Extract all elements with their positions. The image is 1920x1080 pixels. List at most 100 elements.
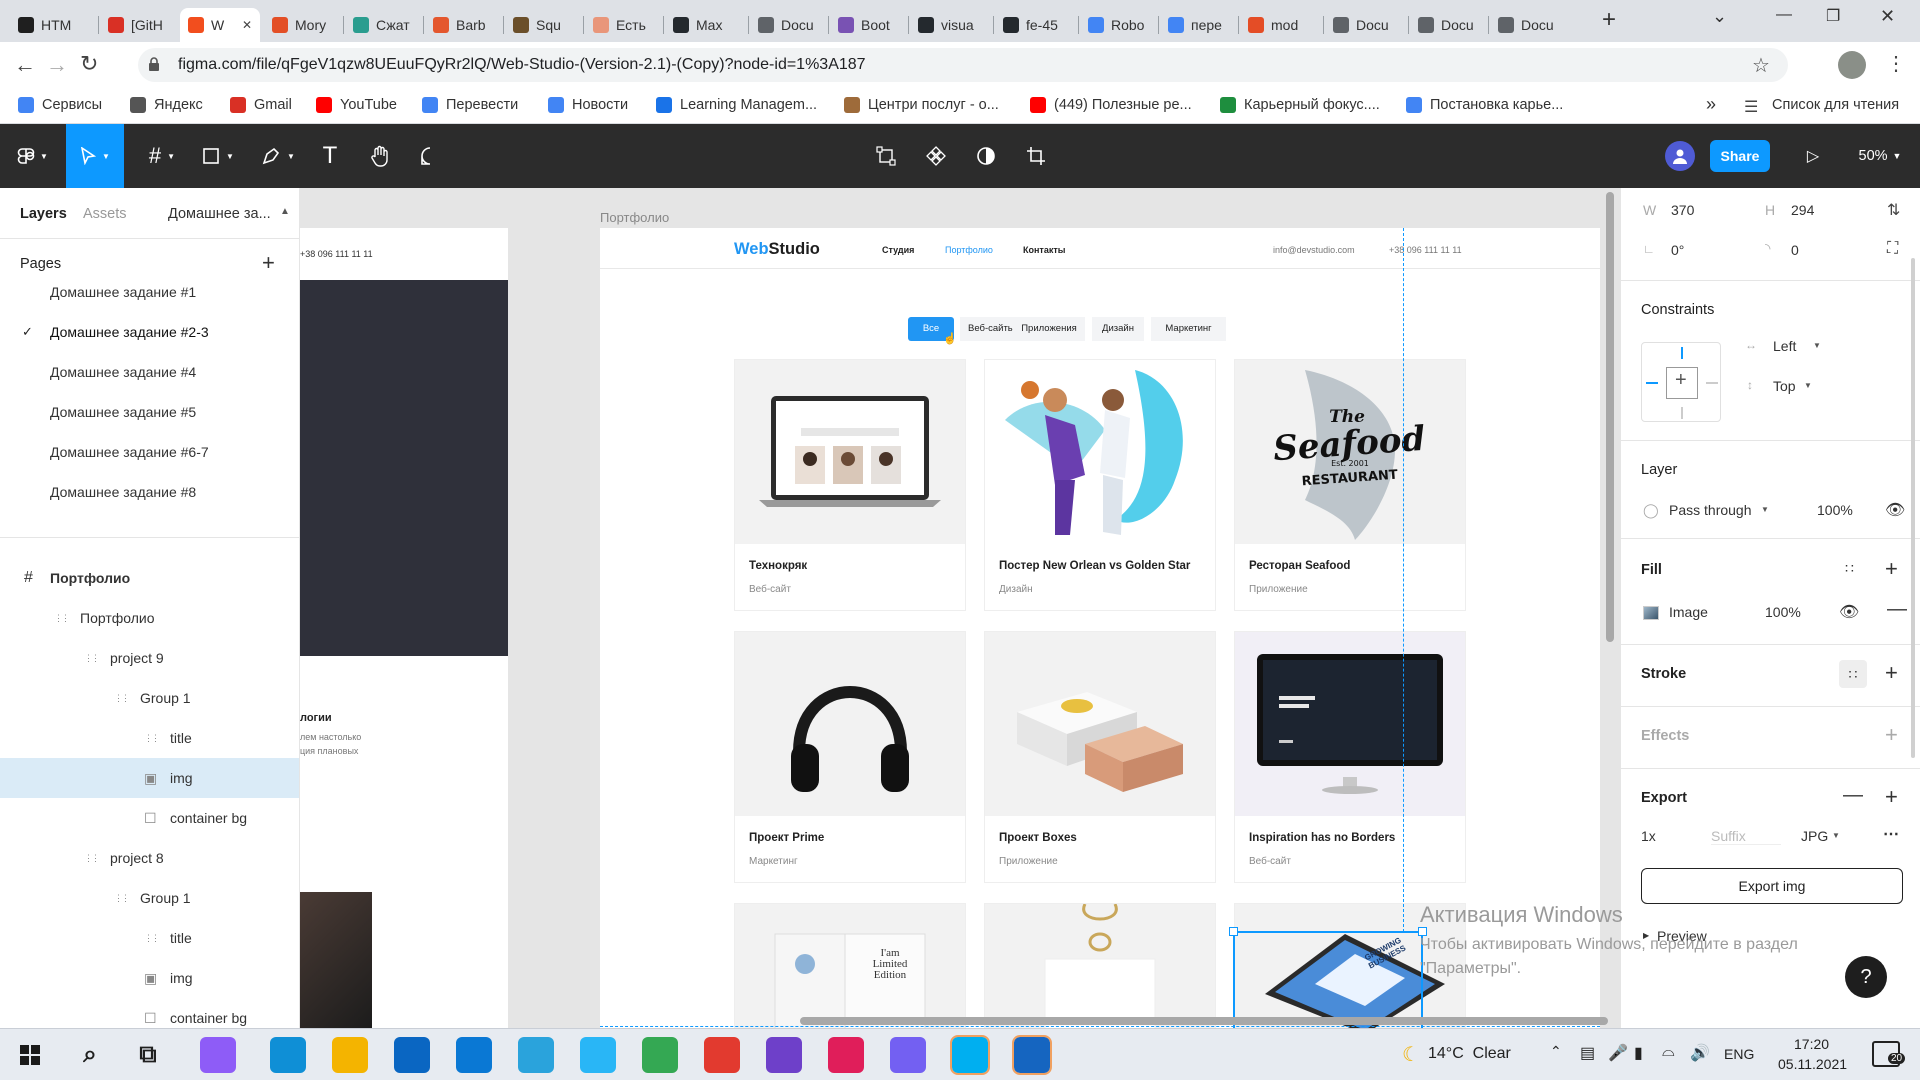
github-icon[interactable]	[766, 1037, 802, 1073]
bookmark-item[interactable]: Центри послуг - о...	[844, 97, 999, 113]
yandex-icon[interactable]	[704, 1037, 740, 1073]
page-selector[interactable]: Домашнее за...	[168, 206, 271, 222]
horizontal-constraint-select[interactable]: Left	[1773, 338, 1796, 354]
file-explorer-icon[interactable]	[332, 1037, 368, 1073]
reading-list-icon[interactable]: ☰	[1744, 97, 1758, 117]
bookmark-item[interactable]: Карьерный фокус....	[1220, 97, 1380, 113]
add-fill-icon[interactable]: +	[1885, 556, 1898, 582]
remove-export-icon[interactable]: —	[1843, 784, 1863, 807]
tray-chevron-icon[interactable]: ⌃	[1550, 1043, 1562, 1060]
layer-row[interactable]: ▣ img	[0, 958, 299, 998]
bookmark-item[interactable]: Gmail	[230, 97, 292, 113]
frame-label[interactable]: Портфолио	[600, 210, 669, 225]
close-window-icon[interactable]: ✕	[1880, 6, 1895, 27]
selection-handle[interactable]	[1229, 927, 1238, 936]
browser-tab[interactable]: fe-45	[995, 8, 1071, 42]
export-scale-input[interactable]: 1x	[1641, 828, 1656, 844]
page-item[interactable]: Домашнее задание #5	[0, 392, 299, 432]
new-tab-icon[interactable]: +	[1602, 6, 1616, 34]
layer-opacity-input[interactable]: 100%	[1817, 502, 1853, 518]
bookmark-item[interactable]: YouTube	[316, 97, 397, 113]
browser-tab[interactable]: Есть	[585, 8, 661, 42]
browser-tab[interactable]: Docu	[1490, 8, 1566, 42]
vertical-constraint-select[interactable]: Top	[1773, 378, 1796, 394]
component-transform-icon[interactable]	[864, 124, 908, 188]
add-effect-icon[interactable]: +	[1885, 722, 1898, 748]
mask-contrast-icon[interactable]	[964, 124, 1008, 188]
layer-row[interactable]: ⋮⋮ title	[0, 918, 299, 958]
constraints-widget[interactable]: +	[1641, 342, 1721, 422]
bookmarks-more-icon[interactable]: »	[1706, 94, 1716, 115]
page-item[interactable]: Домашнее задание #4	[0, 352, 299, 392]
layer-row[interactable]: ⋮⋮ title	[0, 718, 299, 758]
forward-icon[interactable]: →	[46, 52, 68, 78]
width-input[interactable]: 370	[1671, 202, 1694, 218]
fill-opacity-input[interactable]: 100%	[1765, 604, 1801, 620]
browser-tab[interactable]: mod	[1240, 8, 1316, 42]
yandex-browser-icon[interactable]	[580, 1037, 616, 1073]
selection-handle[interactable]	[1418, 927, 1427, 936]
layer-row[interactable]: ⋮⋮ project 8	[0, 838, 299, 878]
edge-icon[interactable]	[270, 1037, 306, 1073]
weather-text[interactable]: 14°C Clear	[1428, 1045, 1511, 1063]
layer-row[interactable]: ⋮⋮ Портфолио	[0, 598, 299, 638]
profile-avatar[interactable]	[1838, 51, 1866, 79]
export-button[interactable]: Export img	[1641, 868, 1903, 904]
skype-icon[interactable]	[950, 1035, 990, 1075]
bookmark-item[interactable]: Сервисы	[18, 97, 102, 113]
maximize-icon[interactable]: ❐	[1826, 6, 1840, 26]
corner-radius-input[interactable]: 0	[1791, 242, 1799, 258]
eye-icon[interactable]: 👁	[1885, 500, 1905, 520]
clock-date[interactable]: 05.11.2021	[1778, 1056, 1847, 1072]
constrain-proportions-icon[interactable]: ⇅	[1887, 200, 1900, 220]
language-indicator[interactable]: ENG	[1724, 1046, 1754, 1062]
frame-tool-icon[interactable]: # ▼	[140, 124, 184, 188]
app-purple-icon[interactable]	[200, 1037, 236, 1073]
add-stroke-icon[interactable]: +	[1885, 660, 1898, 686]
layer-row[interactable]: ⋮⋮ Group 1	[0, 678, 299, 718]
bookmark-item[interactable]: Яндекс	[130, 97, 203, 113]
browser-tab[interactable]: Сжат	[345, 8, 421, 42]
browser-tab[interactable]: Max	[665, 8, 741, 42]
height-input[interactable]: 294	[1791, 202, 1814, 218]
bookmark-item[interactable]: (449) Полезные ре...	[1030, 97, 1192, 113]
styles-grid-icon[interactable]: ∷	[1845, 560, 1854, 577]
wifi-icon[interactable]: ⌓	[1662, 1043, 1675, 1061]
zoom-level[interactable]: 50% ▼	[1850, 124, 1910, 188]
tab-assets[interactable]: Assets	[83, 206, 127, 222]
page-item[interactable]: Домашнее задание #6-7	[0, 432, 299, 472]
export-suffix-input[interactable]: Suffix	[1711, 828, 1781, 845]
bookmark-item[interactable]: Перевести	[422, 97, 518, 113]
component-icon[interactable]	[914, 124, 958, 188]
bookmark-item[interactable]: Новости	[548, 97, 628, 113]
tab-search-icon[interactable]: ⌄	[1712, 6, 1727, 27]
url-field[interactable]: figma.com/file/qFgeV1qzw8UEuuFQyRr2lQ/We…	[138, 48, 1788, 82]
browser-tab[interactable]: Barb	[425, 8, 501, 42]
volume-icon[interactable]: 🔊	[1690, 1043, 1710, 1063]
hand-tool-icon[interactable]	[360, 124, 400, 188]
layer-row[interactable]: # Портфолио	[0, 558, 299, 598]
page-item[interactable]: Домашнее задание #8	[0, 472, 299, 512]
bookmark-star-icon[interactable]: ☆	[1752, 53, 1770, 78]
telegram-icon[interactable]	[518, 1037, 554, 1073]
add-export-icon[interactable]: +	[1885, 784, 1898, 810]
figma-menu-icon[interactable]: ▼	[8, 124, 56, 188]
layer-row[interactable]: ☐ container bg	[0, 798, 299, 838]
share-button[interactable]: Share	[1710, 140, 1770, 172]
text-tool-icon[interactable]: T	[312, 124, 348, 188]
photos-icon[interactable]	[1012, 1035, 1052, 1075]
rotation-input[interactable]: 0°	[1671, 242, 1684, 258]
back-icon[interactable]: ←	[14, 52, 36, 78]
eye-icon[interactable]: 👁	[1839, 602, 1859, 622]
pen-tool-icon[interactable]: ▼	[256, 124, 300, 188]
comment-tool-icon[interactable]	[410, 124, 450, 188]
horizontal-scrollbar[interactable]	[800, 1017, 1608, 1025]
reading-list-label[interactable]: Список для чтения	[1772, 97, 1899, 113]
browser-tab[interactable]: HTM	[10, 8, 86, 42]
selection-box[interactable]	[1233, 931, 1423, 1028]
battery-icon[interactable]: ▮	[1634, 1043, 1643, 1063]
bookmark-item[interactable]: Постановка карье...	[1406, 97, 1563, 113]
remove-fill-icon[interactable]: —	[1887, 598, 1907, 621]
crop-icon[interactable]	[1014, 124, 1058, 188]
browser-tab[interactable]: [GitH	[100, 8, 176, 42]
